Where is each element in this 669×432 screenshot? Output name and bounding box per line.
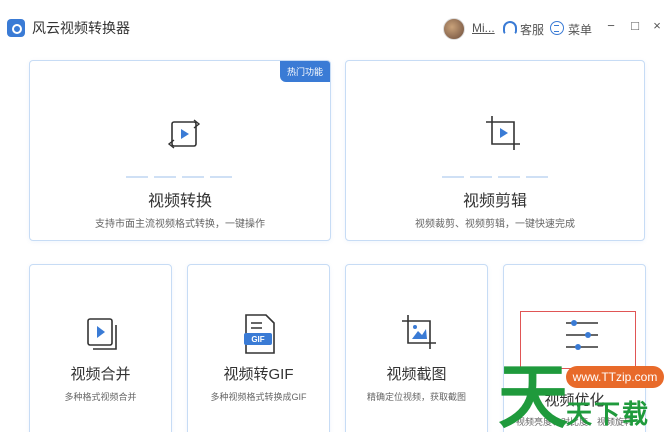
user-name-link[interactable]: Mi... — [472, 21, 495, 35]
card-video-merge[interactable]: 视频合并 多种格式视频合并 — [29, 264, 172, 432]
card-description: 视频裁剪、视频剪辑，一键快速完成 — [415, 219, 575, 230]
svg-text:GIF: GIF — [251, 335, 264, 344]
card-title: 视频合并 — [70, 366, 131, 383]
card-video-to-gif[interactable]: GIF 视频转GIF 多种视频格式转换成GIF — [187, 264, 330, 432]
app-logo-icon — [7, 19, 25, 37]
title-bar: 风云视频转换器 Mi... 客服 菜单 − □ × — [0, 0, 669, 48]
card-video-convert[interactable]: 热门功能 视频转换 支持市面主流视频格式转换，一键操作 — [29, 60, 331, 241]
video-convert-icon — [166, 116, 202, 157]
maximize-button[interactable]: □ — [627, 18, 643, 34]
watermark-logo-icon: 天 — [498, 356, 568, 432]
image-crop-icon — [400, 313, 438, 356]
menu-button[interactable]: 菜单 — [568, 21, 592, 38]
close-button[interactable]: × — [649, 18, 665, 34]
card-video-edit[interactable]: 视频剪辑 视频裁剪、视频剪辑，一键快速完成 — [345, 60, 645, 241]
hot-feature-badge: 热门功能 — [279, 61, 330, 82]
card-video-screenshot[interactable]: 视频截图 精确定位视频，获取截图 — [345, 264, 488, 432]
watermark-brand: 天下载 — [566, 399, 651, 429]
menu-icon[interactable] — [550, 21, 564, 35]
watermark-site: www.TTzip.com — [566, 366, 664, 388]
video-merge-icon — [84, 315, 120, 360]
card-description: 多种视频格式转换成GIF — [210, 392, 307, 402]
card-title: 视频剪辑 — [462, 193, 527, 210]
card-description: 支持市面主流视频格式转换，一键操作 — [95, 219, 265, 230]
card-title: 视频转GIF — [223, 366, 294, 383]
watermark-logo-char: 天 — [498, 356, 568, 432]
app-title: 风云视频转换器 — [32, 20, 130, 36]
card-title: 视频转换 — [147, 193, 212, 210]
card-description: 精确定位视频，获取截图 — [366, 392, 466, 402]
service-button[interactable]: 客服 — [520, 21, 544, 38]
gif-file-icon: GIF — [242, 313, 278, 360]
video-crop-icon — [484, 114, 522, 157]
user-avatar[interactable] — [443, 18, 465, 40]
minimize-button[interactable]: − — [603, 18, 619, 34]
card-title: 视频截图 — [386, 366, 447, 383]
decorative-dash — [126, 165, 238, 178]
card-description: 多种格式视频合并 — [64, 392, 137, 402]
decorative-dash — [442, 165, 554, 178]
headset-icon[interactable] — [503, 21, 517, 35]
